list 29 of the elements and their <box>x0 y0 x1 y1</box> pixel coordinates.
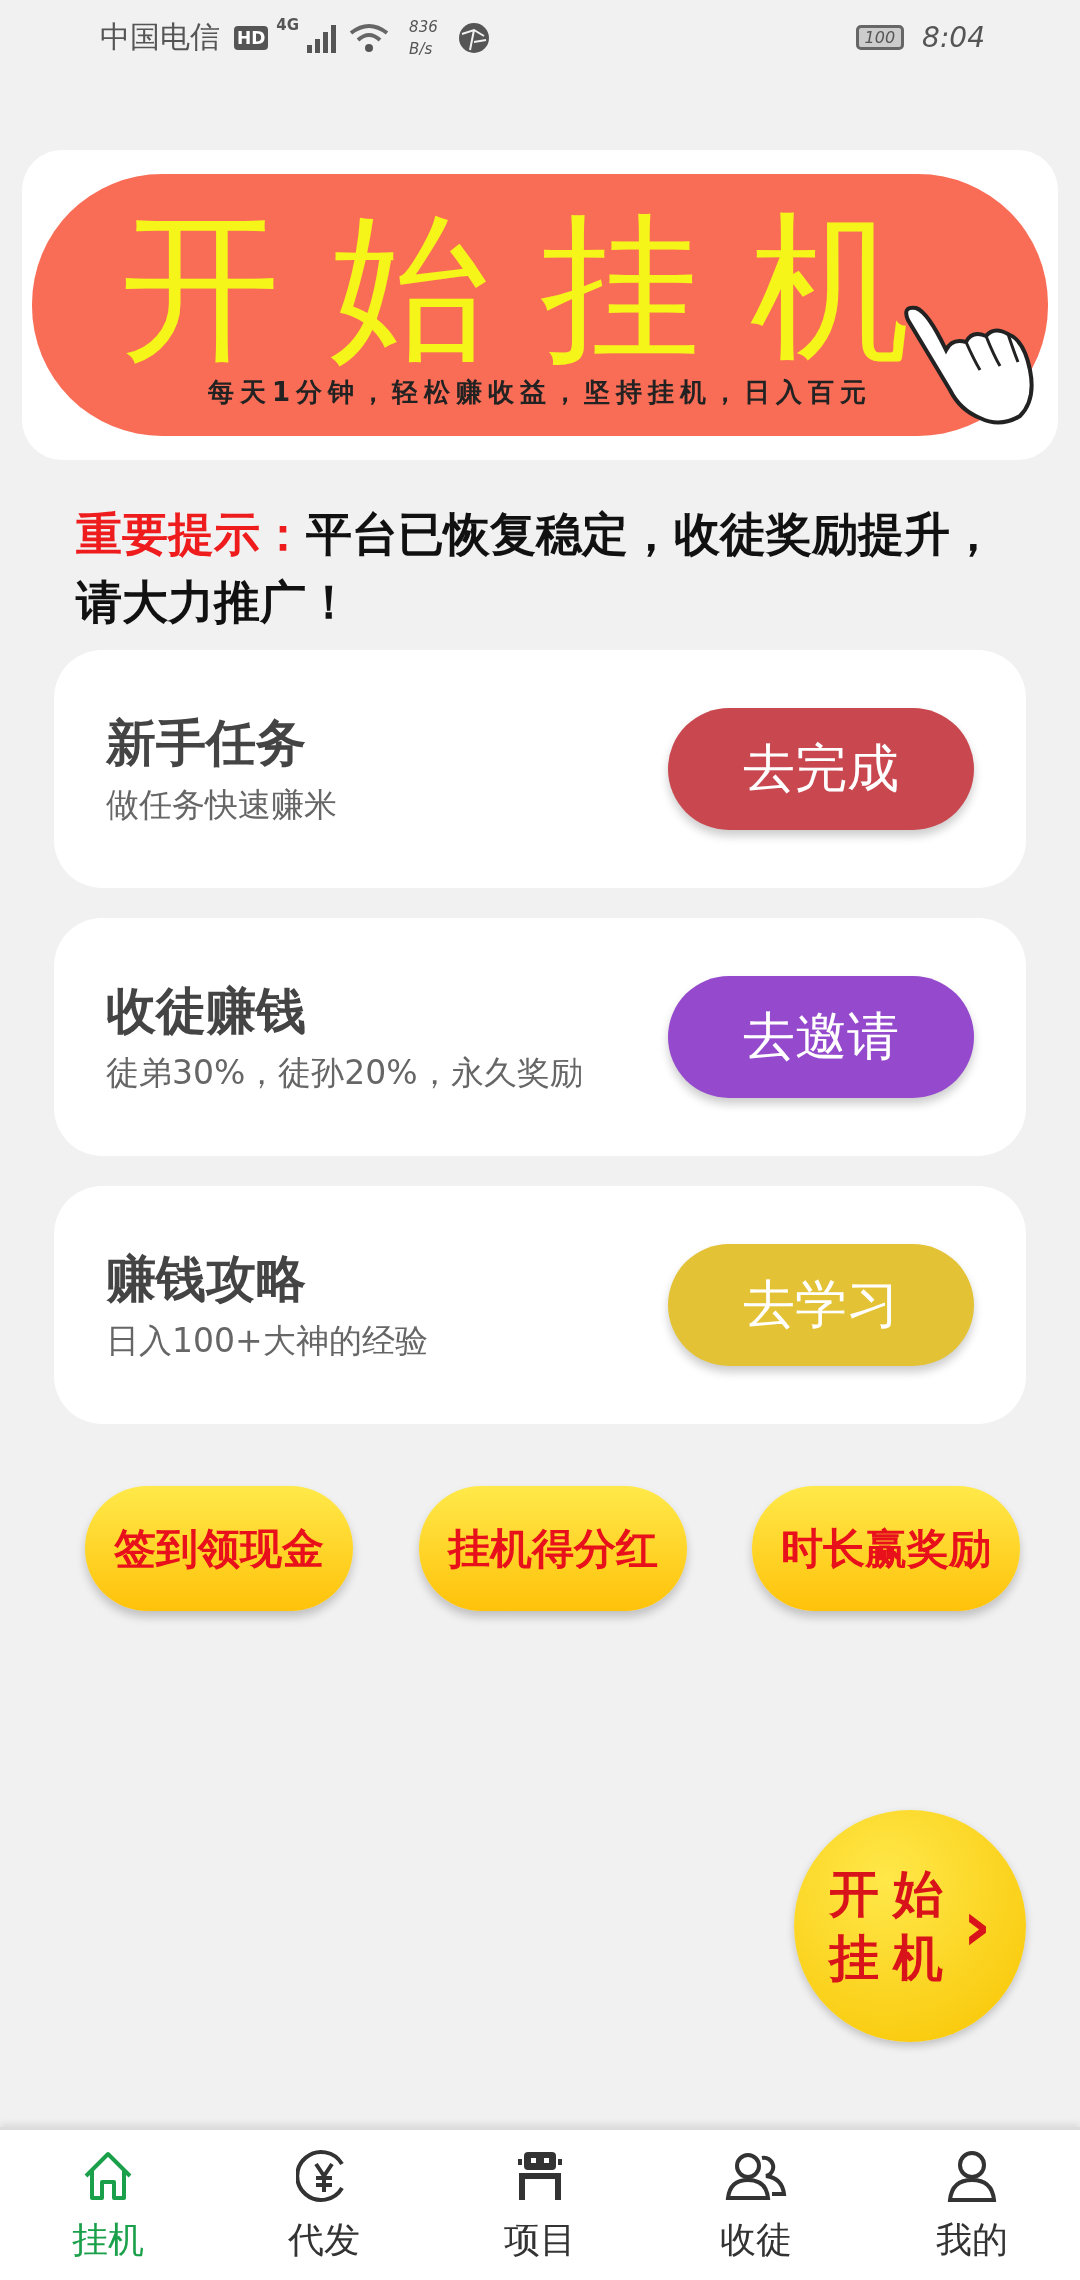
network-speed: 836 <box>409 16 438 38</box>
speed-unit: B/s <box>409 38 434 60</box>
task-title: 赚钱攻略 <box>106 1249 307 1310</box>
task-title: 收徒赚钱 <box>106 981 307 1042</box>
task-subtitle: 日入100+大神的经验 <box>106 1320 428 1362</box>
network-type: 4G <box>276 16 300 34</box>
banner-card[interactable]: 开始挂机 每天1分钟，轻松赚收益，坚持挂机，日入百元 <box>22 150 1058 460</box>
reward-button[interactable]: 时长赢奖励 <box>752 1486 1020 1611</box>
nav-tab[interactable]: 挂机 <box>0 2130 216 2280</box>
banner-subtitle: 每天1分钟，轻松赚收益，坚持挂机，日入百元 <box>207 376 873 409</box>
battery-icon: 100 <box>855 25 905 50</box>
task-button[interactable]: 去完成 <box>668 708 974 830</box>
nav-tab[interactable]: 我的 <box>864 2130 1080 2280</box>
carrier-name: 中国电信 <box>100 18 220 56</box>
nav-tab[interactable]: 收徒 <box>648 2130 864 2280</box>
banner-title: 开始挂机 <box>120 200 960 375</box>
reward-button[interactable]: 挂机得分红 <box>418 1486 687 1611</box>
reward-button[interactable]: 签到领现金 <box>85 1486 353 1611</box>
task-title: 新手任务 <box>106 713 307 774</box>
globe-icon <box>457 21 490 54</box>
notice-text: 重要提示：平台已恢复稳定，收徒奖励提升，请大力推广！ <box>76 506 997 631</box>
task-subtitle: 徒弟30%，徒孙20%，永久奖励 <box>106 1052 583 1094</box>
task-button[interactable]: 去邀请 <box>668 976 974 1098</box>
wifi-icon <box>349 22 390 53</box>
task-subtitle: 做任务快速赚米 <box>106 784 337 826</box>
nav-tab[interactable]: 代发 <box>216 2130 432 2280</box>
hd-badge: HD <box>234 25 269 50</box>
nav-tab[interactable]: 项目 <box>432 2130 648 2280</box>
clock-time: 8:04 <box>922 21 985 54</box>
